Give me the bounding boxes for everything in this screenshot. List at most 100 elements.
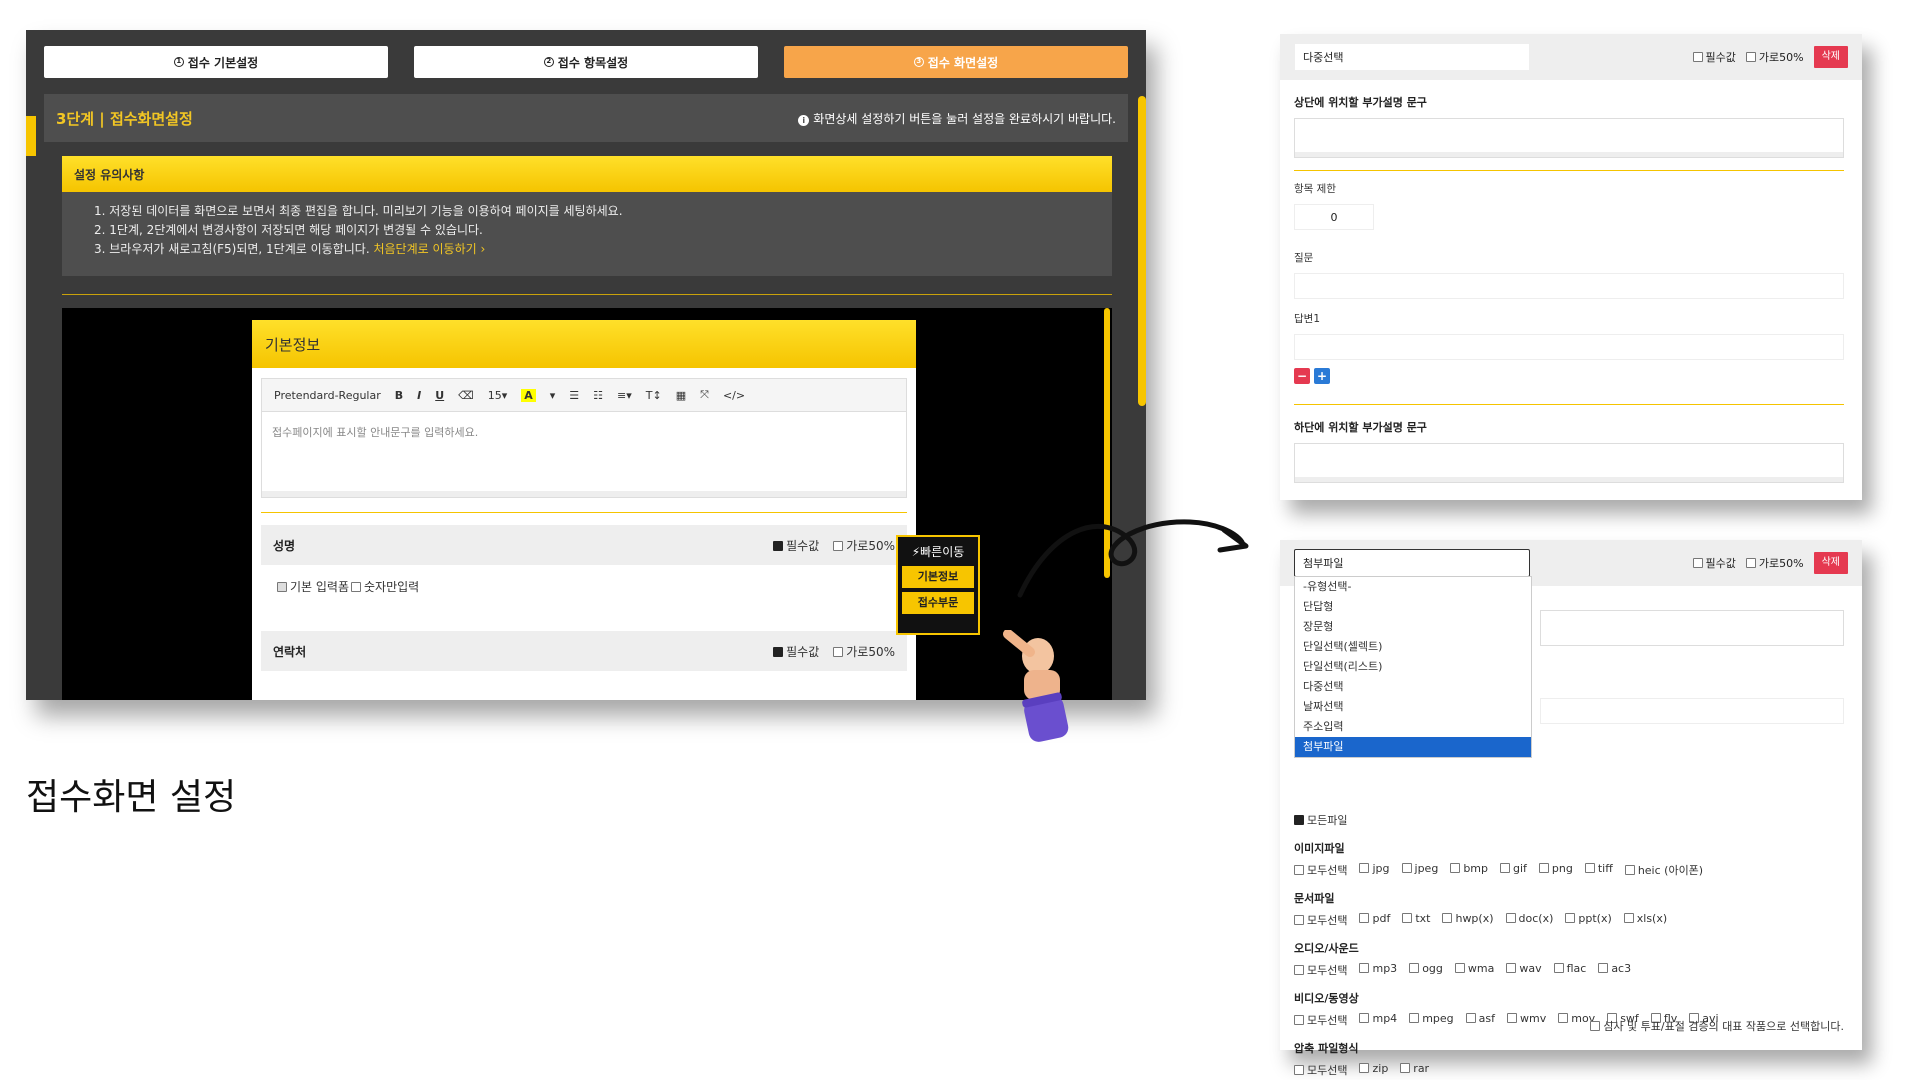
file-type-checkbox[interactable]: 모두선택: [1294, 862, 1347, 878]
file-type-checkbox[interactable]: doc(x): [1505, 912, 1553, 928]
half-width-checkbox[interactable]: 가로50%: [1745, 49, 1804, 65]
chevron-down-icon[interactable]: ▾: [550, 389, 556, 402]
file-type-checkbox[interactable]: mp4: [1359, 1012, 1397, 1028]
tab-step-1[interactable]: 1 접수 기본설정: [44, 46, 388, 78]
code-view-icon[interactable]: </>: [723, 389, 745, 402]
file-type-checkbox[interactable]: pdf: [1359, 912, 1390, 928]
file-type-checkbox[interactable]: heic (아이폰): [1624, 862, 1703, 878]
limit-input[interactable]: [1540, 698, 1844, 724]
file-type-checkbox[interactable]: 모두선택: [1294, 1012, 1347, 1028]
file-type-checkbox[interactable]: ppt(x): [1565, 912, 1612, 928]
delete-button[interactable]: 삭제: [1813, 552, 1848, 574]
dropdown-option[interactable]: 단일선택(셀렉트): [1295, 637, 1531, 657]
representative-work-checkbox[interactable]: 심사 및 투표/표절 검증의 대표 작품으로 선택합니다.: [1590, 1018, 1844, 1034]
file-type-checkbox[interactable]: png: [1538, 862, 1573, 878]
file-type-checkbox[interactable]: wmv: [1507, 1012, 1546, 1028]
quick-category-button[interactable]: 접수부문: [902, 592, 974, 614]
file-type-checkbox[interactable]: wav: [1506, 962, 1542, 978]
required-checkbox[interactable]: 필수값: [773, 643, 819, 660]
file-type-checkbox[interactable]: zip: [1359, 1062, 1388, 1078]
tab-label: 접수 항목설정: [557, 55, 629, 70]
file-type-checkbox[interactable]: txt: [1402, 912, 1430, 928]
tab-step-3[interactable]: 3 접수 화면설정: [784, 46, 1128, 78]
dropdown-option[interactable]: -유형선택-: [1295, 577, 1531, 597]
file-type-checkbox[interactable]: asf: [1465, 1012, 1495, 1028]
file-type-checkbox[interactable]: mp3: [1359, 962, 1397, 978]
text-color-icon[interactable]: A: [521, 388, 536, 402]
file-type-checkbox[interactable]: mpeg: [1409, 1012, 1454, 1028]
panel-options: 필수값 가로50% 삭제: [1692, 552, 1848, 574]
half-width-checkbox[interactable]: 가로50%: [833, 537, 895, 554]
file-type-checkbox[interactable]: hwp(x): [1442, 912, 1494, 928]
bold-icon[interactable]: B: [395, 389, 403, 402]
italic-icon[interactable]: I: [417, 389, 421, 402]
file-type-checkbox[interactable]: flac: [1553, 962, 1586, 978]
editor-area[interactable]: 접수페이지에 표시할 안내문구를 입력하세요.: [261, 412, 907, 498]
dropdown-option[interactable]: 주소입력: [1295, 717, 1531, 737]
file-type-checkbox[interactable]: 모두선택: [1294, 912, 1347, 928]
file-type-checkbox[interactable]: jpg: [1359, 862, 1390, 878]
dropdown-option[interactable]: 단일선택(리스트): [1295, 657, 1531, 677]
underline-icon[interactable]: U: [435, 389, 444, 402]
add-answer-button[interactable]: +: [1314, 368, 1330, 384]
file-type-checkbox[interactable]: wma: [1454, 962, 1494, 978]
option-label: wav: [1519, 962, 1542, 975]
dropdown-option-selected[interactable]: 첨부파일: [1295, 737, 1531, 757]
ordered-list-icon[interactable]: ☷: [593, 389, 603, 402]
half-width-checkbox[interactable]: 가로50%: [1745, 555, 1804, 571]
file-type-checkbox[interactable]: xls(x): [1623, 912, 1667, 928]
divider: [62, 294, 1112, 295]
file-type-checkbox[interactable]: tiff: [1584, 862, 1613, 878]
numeric-only-checkbox[interactable]: 숫자만입력: [351, 578, 419, 595]
delete-button[interactable]: 삭제: [1813, 46, 1848, 68]
checkbox-icon: [1506, 963, 1517, 973]
page-scrollbar[interactable]: [1138, 96, 1146, 406]
limit-input[interactable]: 0: [1294, 204, 1374, 230]
file-type-checkbox[interactable]: rar: [1400, 1062, 1429, 1078]
checkbox-icon: [1294, 1065, 1304, 1075]
top-desc-textarea[interactable]: [1294, 118, 1844, 158]
bottom-desc-label: 하단에 위치할 부가설명 문구: [1294, 421, 1427, 434]
type-select[interactable]: 첨부파일: [1294, 549, 1530, 577]
tab-step-2[interactable]: 2 접수 항목설정: [414, 46, 758, 78]
quick-basic-info-button[interactable]: 기본정보: [902, 566, 974, 588]
remove-answer-button[interactable]: −: [1294, 368, 1310, 384]
file-type-checkbox[interactable]: ogg: [1409, 962, 1443, 978]
dropdown-option[interactable]: 날짜선택: [1295, 697, 1531, 717]
left-accent-bar: [26, 116, 36, 156]
bottom-desc-textarea[interactable]: [1294, 443, 1844, 483]
basic-input-checkbox[interactable]: 기본 입력폼: [277, 578, 349, 595]
desc-textarea[interactable]: [1540, 610, 1844, 646]
font-size-select[interactable]: 15▾: [488, 389, 508, 402]
file-type-checkbox[interactable]: bmp: [1450, 862, 1488, 878]
checkbox-icon: [1505, 913, 1516, 923]
dropdown-option[interactable]: 다중선택: [1295, 677, 1531, 697]
file-type-checkbox[interactable]: gif: [1500, 862, 1527, 878]
unordered-list-icon[interactable]: ☰: [569, 389, 579, 402]
form-title: 기본정보: [252, 320, 916, 368]
required-checkbox[interactable]: 필수값: [1692, 49, 1736, 65]
half-width-checkbox[interactable]: 가로50%: [833, 643, 895, 660]
table-icon[interactable]: ▦: [676, 389, 686, 402]
required-checkbox[interactable]: 필수값: [773, 537, 819, 554]
type-select[interactable]: 다중선택: [1294, 43, 1530, 71]
file-type-checkbox[interactable]: 모두선택: [1294, 962, 1347, 978]
dropdown-option[interactable]: 장문형: [1295, 617, 1531, 637]
all-files-checkbox[interactable]: 모든파일: [1294, 812, 1347, 828]
fullscreen-icon[interactable]: ⤧: [700, 388, 709, 402]
required-checkbox[interactable]: 필수값: [1692, 555, 1736, 571]
checkbox-icon: [1359, 1063, 1370, 1073]
font-select[interactable]: Pretendard-Regular: [274, 389, 381, 402]
question-input[interactable]: [1294, 273, 1844, 299]
file-type-checkbox[interactable]: ac3: [1598, 962, 1631, 978]
go-first-step-link[interactable]: 처음단계로 이동하기 ›: [373, 242, 485, 256]
line-height-icon[interactable]: T↕: [646, 389, 662, 402]
answer-input[interactable]: [1294, 334, 1844, 360]
align-icon[interactable]: ≡▾: [617, 389, 632, 402]
eraser-icon[interactable]: ⌫: [458, 389, 474, 402]
tab-label: 접수 화면설정: [927, 55, 999, 70]
dropdown-option[interactable]: 단답형: [1295, 597, 1531, 617]
file-type-checkbox[interactable]: jpeg: [1401, 862, 1438, 878]
option-label: gif: [1513, 862, 1527, 875]
file-type-checkbox[interactable]: 모두선택: [1294, 1062, 1347, 1078]
